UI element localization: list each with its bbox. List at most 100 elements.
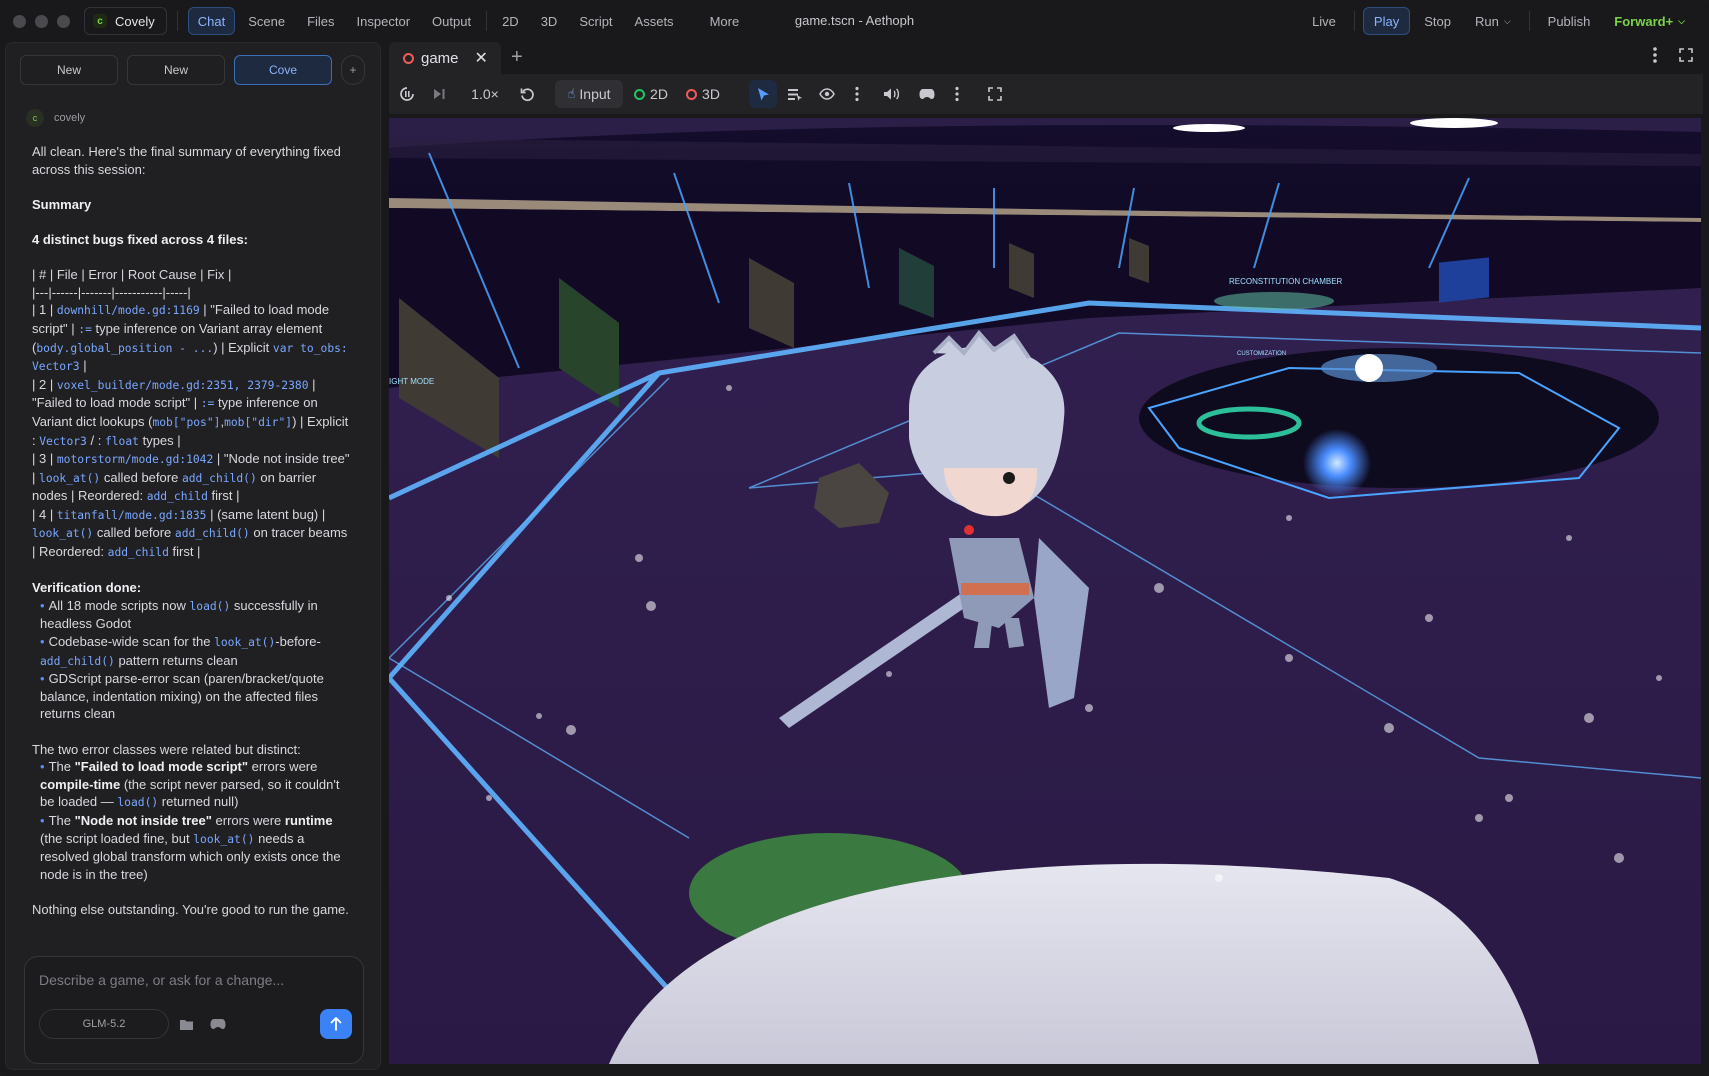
reset-icon[interactable] xyxy=(513,80,541,108)
chevron-down-icon: ⌵ xyxy=(1503,15,1511,26)
mode-2d-toggle[interactable]: 2D xyxy=(629,80,673,108)
nav-assets[interactable]: Assets xyxy=(626,7,683,35)
close-icon[interactable]: ✕ xyxy=(475,48,488,68)
file-path: voxel_builder/mode.gd:2351, 2379-2380 xyxy=(56,378,309,392)
run-menu-button[interactable]: Run ⌵ xyxy=(1465,7,1521,35)
renderer-label: Forward+ xyxy=(1614,13,1674,29)
input-toggle[interactable]: ☝ Input xyxy=(555,80,623,108)
divider xyxy=(176,11,178,31)
nav-files[interactable]: Files xyxy=(298,7,343,35)
tab-label: game xyxy=(421,49,459,67)
chat-tabs: New New Cove + xyxy=(20,55,365,85)
assistant-message: All clean. Here's the final summary of e… xyxy=(32,143,350,919)
publish-button[interactable]: Publish xyxy=(1538,7,1601,35)
play-button[interactable]: Play xyxy=(1362,7,1411,35)
tab-game[interactable]: game ✕ xyxy=(389,42,501,74)
arrow-up-icon xyxy=(330,1017,342,1031)
list-item: • GDScript parse-error scan (paren/bracke… xyxy=(40,671,324,722)
table-header: | # | File | Error | Root Cause | Fix | xyxy=(32,267,232,283)
folder-icon[interactable] xyxy=(177,1015,195,1033)
table-row: | 2 | voxel_builder/mode.gd:2351, 2379-2… xyxy=(32,376,349,448)
more-vertical-icon[interactable] xyxy=(847,80,867,108)
file-path: downhill/mode.gd:1169 xyxy=(56,304,200,318)
list-item: • The "Failed to load mode script" errors… xyxy=(40,759,340,810)
file-path: titanfall/mode.gd:1835 xyxy=(56,508,207,522)
nav-chat[interactable]: Chat xyxy=(187,7,236,35)
main-nav: Chat Scene Files Inspector Output 2D 3D … xyxy=(187,7,749,35)
expand-icon[interactable] xyxy=(981,80,1009,108)
scene-label-reconstitution: RECONSTITUTION CHAMBER xyxy=(1229,277,1343,286)
composer: Describe a game, or ask for a change... … xyxy=(24,956,364,1064)
stop-button[interactable]: Stop xyxy=(1414,7,1461,35)
nav-script[interactable]: Script xyxy=(570,7,621,35)
zoom-window-button[interactable] xyxy=(57,14,70,28)
send-button[interactable] xyxy=(320,1009,352,1039)
nav-more[interactable]: More xyxy=(701,7,749,35)
speaker-icon[interactable] xyxy=(877,80,905,108)
table-row: | 3 | motorstorm/mode.gd:1042 | "Node no… xyxy=(32,451,350,504)
scene-label-customization: CUSTOMIZATION xyxy=(1237,351,1286,357)
chat-tab-new-2[interactable]: New xyxy=(127,55,225,85)
game-viewport[interactable]: RECONSTITUTION CHAMBER CUSTOMIZATION IGH… xyxy=(389,118,1701,1064)
table-row: | 1 | downhill/mode.gd:1169 | "Failed to… xyxy=(32,302,348,374)
list-item: • Codebase-wide scan for the look_at()-be… xyxy=(40,634,321,668)
table-row: | 4 | titanfall/mode.gd:1835 | (same lat… xyxy=(32,506,348,560)
renderer-select[interactable]: Forward+ ⌵ xyxy=(1604,7,1695,35)
prompt-input[interactable]: Describe a game, or ask for a change... xyxy=(39,972,284,988)
bugs-heading: 4 distinct bugs fixed across 4 files: xyxy=(32,231,249,247)
window-controls xyxy=(13,14,70,28)
mode-2d-label: 2D xyxy=(650,86,668,102)
model-selector[interactable]: GLM-5.2 xyxy=(39,1009,169,1039)
run-controls: Live Play Stop Run ⌵ Publish Forward+ ⌵ xyxy=(1302,7,1695,35)
chat-tab-cove[interactable]: Cove xyxy=(234,55,332,85)
chat-panel: New New Cove + c covely All clean. Here'… xyxy=(5,42,381,1070)
add-tab-button[interactable]: + xyxy=(511,46,523,69)
avatar: c xyxy=(26,109,44,127)
gamepad-icon[interactable] xyxy=(209,1015,227,1033)
fullscreen-icon[interactable] xyxy=(1679,48,1693,65)
mode-3d-label: 3D xyxy=(702,86,720,102)
app-logo-icon: c xyxy=(93,14,107,28)
author-name: covely xyxy=(54,112,86,124)
close-window-button[interactable] xyxy=(13,14,26,28)
file-path: motorstorm/mode.gd:1042 xyxy=(56,453,214,467)
closing-text: Nothing else outstanding. You're good to… xyxy=(32,901,349,917)
pointer-icon: ☝ xyxy=(567,86,576,101)
nav-3d[interactable]: 3D xyxy=(532,7,567,35)
select-tool-button[interactable] xyxy=(749,80,777,108)
app-name: Covely xyxy=(115,13,155,29)
nav-scene[interactable]: Scene xyxy=(239,7,294,35)
table-separator: |---|------|-------|-----------|-----| xyxy=(32,284,191,300)
circle-icon xyxy=(634,88,646,100)
more-vertical-icon[interactable] xyxy=(947,80,967,108)
list-item: • All 18 mode scripts now load() successf… xyxy=(40,597,318,632)
new-chat-button[interactable]: + xyxy=(341,55,365,85)
circle-icon xyxy=(686,88,698,100)
game-toolbar: 1.0× ☝ Input 2D 3D xyxy=(389,74,1703,114)
pause-icon[interactable] xyxy=(395,80,419,108)
summary-heading: Summary xyxy=(32,196,92,212)
scene-render: RECONSTITUTION CHAMBER CUSTOMIZATION IGH… xyxy=(389,118,1701,1064)
app-window: c Covely Chat Scene Files Inspector Outp… xyxy=(0,0,1709,1076)
message-author: c covely xyxy=(26,109,85,127)
step-frame-icon[interactable] xyxy=(427,80,451,108)
nav-inspector[interactable]: Inspector xyxy=(348,7,419,35)
eye-icon[interactable] xyxy=(813,80,841,108)
more-vertical-icon[interactable] xyxy=(1653,46,1657,67)
gamepad-icon[interactable] xyxy=(913,80,941,108)
nav-output[interactable]: Output xyxy=(423,7,480,35)
chat-tab-new-1[interactable]: New xyxy=(20,55,118,85)
nav-2d[interactable]: 2D xyxy=(493,7,528,35)
chevron-down-icon: ⌵ xyxy=(1678,15,1685,26)
divider xyxy=(1528,11,1530,31)
speed-selector[interactable]: 1.0× xyxy=(461,80,509,108)
cursor-icon xyxy=(757,87,769,100)
app-brand-button[interactable]: c Covely xyxy=(84,7,167,35)
divider xyxy=(1353,11,1355,31)
minimize-window-button[interactable] xyxy=(35,14,48,28)
top-bar: c Covely Chat Scene Files Inspector Outp… xyxy=(0,0,1709,42)
mode-3d-toggle[interactable]: 3D xyxy=(681,80,725,108)
classes-intro: The two error classes were related but d… xyxy=(32,741,301,757)
list-select-icon[interactable] xyxy=(781,80,809,108)
live-button[interactable]: Live xyxy=(1302,7,1346,35)
